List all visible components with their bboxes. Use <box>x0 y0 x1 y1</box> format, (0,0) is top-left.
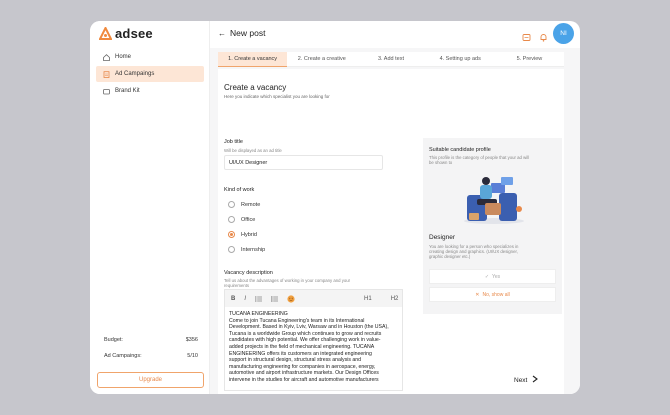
description-line: intervene in the studies for aircraft an… <box>229 376 379 383</box>
logo[interactable]: adsee <box>98 25 153 41</box>
radio-label: Hybrid <box>241 231 257 238</box>
sidebar-item-label: Ad Campaings <box>115 71 155 77</box>
next-button[interactable]: Next <box>514 375 539 385</box>
heading-1-button[interactable]: H1 <box>364 296 372 302</box>
chevron-right-icon <box>532 375 539 385</box>
logo-text: adsee <box>115 26 153 41</box>
numbered-list-icon[interactable] <box>271 295 279 302</box>
description-editor[interactable]: B I H1 H2 TUCANA ENGINEERING Come to joi… <box>224 289 403 391</box>
sidebar-item-brand-kit[interactable]: Brand Kit <box>96 83 204 99</box>
sidebar-item-home[interactable]: Home <box>96 49 204 65</box>
bell-icon[interactable] <box>539 29 548 42</box>
campaigns-value: 5/10 <box>187 353 198 359</box>
kind-of-work-label: Kind of work <box>224 187 255 193</box>
panel-hint-line-2: be shown to <box>429 160 453 165</box>
sidebar-item-ad-campaigns[interactable]: Ad Campaings <box>96 66 204 82</box>
radio-button[interactable] <box>228 201 235 208</box>
check-icon: ✓ <box>484 273 490 280</box>
radio-label: Remote <box>241 201 261 208</box>
description-line: Come to join Tucana Engineering's team i… <box>229 317 365 324</box>
yes-label: Yes <box>492 273 501 280</box>
yes-button[interactable]: ✓ Yes <box>429 269 556 284</box>
sidebar: adsee Home Ad Campaings Brand Kit Budget… <box>90 21 210 394</box>
description-line: Tucana is a worldwide Group which contin… <box>229 330 382 337</box>
description-line: added projects in the field of mechanica… <box>229 343 375 350</box>
profile-desc-line-3: graphic designer etc.) <box>429 254 471 259</box>
radio-button-selected[interactable] <box>228 231 235 238</box>
budget-label: Budget: <box>104 337 123 343</box>
italic-button[interactable]: I <box>244 296 246 302</box>
campaigns-stat: Ad Campaings: 5/10 <box>104 353 198 359</box>
description-title: TUCANA ENGINEERING <box>229 311 288 317</box>
radio-button[interactable] <box>228 246 235 253</box>
app-window: adsee Home Ad Campaings Brand Kit Budget… <box>90 21 580 394</box>
form-subheading: Here you indicate which specialist you a… <box>224 94 330 99</box>
folder-icon <box>103 88 110 95</box>
form-heading: Create a vacancy <box>224 83 287 92</box>
radio-button[interactable] <box>228 216 235 223</box>
profile-name: Designer <box>429 234 456 241</box>
logo-icon <box>98 25 113 40</box>
radio-label: Internship <box>241 246 266 253</box>
description-line: support in structural design, structural… <box>229 357 362 364</box>
next-label: Next <box>514 376 528 384</box>
emoji-icon[interactable] <box>287 294 295 303</box>
radio-label: Office <box>241 216 256 223</box>
header: ← New post NI <box>210 21 580 48</box>
tab-create-vacancy[interactable]: 1. Create a vacancy <box>218 52 288 67</box>
clipboard-icon <box>103 70 110 78</box>
sidebar-item-label: Brand Kit <box>115 88 140 94</box>
heading-2-button[interactable]: H2 <box>391 296 399 302</box>
bold-button[interactable]: B <box>231 296 235 302</box>
tab-create-creative[interactable]: 2. Create a creative <box>287 52 357 67</box>
designer-illustration <box>461 173 527 230</box>
description-line: candidates with high potential. We offer… <box>229 337 381 344</box>
back-arrow-icon[interactable]: ← <box>218 29 226 38</box>
radio-hybrid[interactable]: Hybrid <box>228 231 257 238</box>
sidebar-item-label: Home <box>115 54 132 60</box>
radio-office[interactable]: Office <box>228 216 255 223</box>
description-line: automotive and airport infrastructure ma… <box>229 370 379 377</box>
budget-stat: Budget: $356 <box>104 337 198 343</box>
budget-value: $356 <box>185 337 198 343</box>
description-line: Development. Based in Kyiv, Lviv, Warsaw… <box>229 324 389 331</box>
upgrade-button[interactable]: Upgrade <box>97 372 204 388</box>
step-tabs: 1. Create a vacancy 2. Create a creative… <box>218 52 565 67</box>
bullet-list-icon[interactable] <box>255 295 263 302</box>
editor-toolbar: B I H1 H2 <box>225 290 402 307</box>
job-title-hint: Will be displayed as an ad title <box>224 148 282 153</box>
radio-internship[interactable]: Internship <box>228 246 265 253</box>
show-all-label: No, show all <box>482 291 510 298</box>
home-icon <box>103 53 110 61</box>
description-line: manufacturing engineering for companies … <box>229 363 376 370</box>
avatar[interactable]: NI <box>553 23 574 44</box>
job-title-input[interactable]: UI/UX Designer <box>224 155 383 170</box>
page-title: New post <box>230 28 266 38</box>
close-icon: ✕ <box>475 291 480 298</box>
candidate-profile-panel: Suitable candidate profile This profile … <box>423 138 562 314</box>
tab-add-text[interactable]: 3. Add text <box>356 52 426 67</box>
vacancy-form: Create a vacancy Here you indicate which… <box>218 69 564 394</box>
document-icon[interactable] <box>522 29 531 41</box>
job-title-label: Job title <box>224 139 243 145</box>
tab-preview[interactable]: 5. Preview <box>494 52 565 67</box>
panel-title: Suitable candidate profile <box>429 147 491 153</box>
show-all-button[interactable]: ✕ No, show all <box>429 287 556 302</box>
radio-remote[interactable]: Remote <box>228 201 260 208</box>
editor-text[interactable]: TUCANA ENGINEERING Come to join Tucana E… <box>225 307 402 388</box>
tab-setting-up-ads[interactable]: 4. Setting up ads <box>425 52 495 67</box>
description-hint-line-2: requirements <box>224 283 250 288</box>
campaigns-label: Ad Campaings: <box>104 353 142 359</box>
main-content: 1. Create a vacancy 2. Create a creative… <box>210 48 580 394</box>
description-label: Vacancy description <box>224 270 273 276</box>
description-line: ENGINEERING offers its customers an inte… <box>229 350 372 357</box>
